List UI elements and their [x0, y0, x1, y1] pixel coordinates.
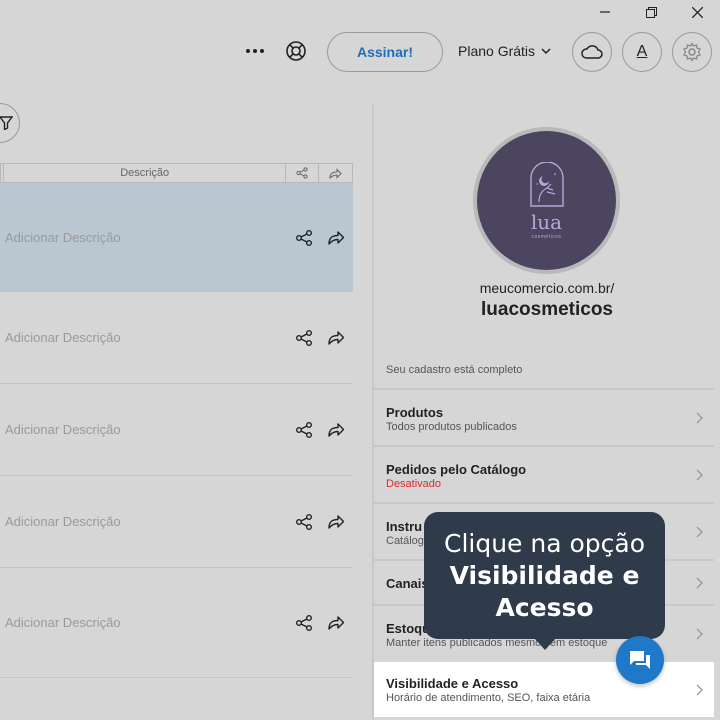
- logo-text: lua: [530, 209, 563, 234]
- plan-dropdown[interactable]: Plano Grátis: [458, 43, 551, 59]
- menu-item-subtitle: Horário de atendimento, SEO, faixa etári…: [386, 692, 591, 704]
- table-row[interactable]: Adicionar Descrição: [0, 476, 353, 568]
- menu-item-produtos[interactable]: Produtos Todos produtos publicados: [374, 388, 714, 445]
- forward-icon: [329, 167, 342, 179]
- forward-icon[interactable]: [327, 421, 345, 439]
- tooltip-line-2: Visibilidade e: [449, 561, 640, 590]
- menu-item-title: Visibilidade e Acesso: [386, 676, 519, 691]
- account-letter: A: [636, 43, 648, 60]
- share-icon: [296, 167, 308, 179]
- chat-button[interactable]: [616, 636, 664, 684]
- store-url: meucomercio.com.br/: [479, 280, 615, 296]
- share-icon[interactable]: [295, 421, 313, 439]
- cloud-sync-button[interactable]: [572, 32, 612, 72]
- forward-icon[interactable]: [327, 229, 345, 247]
- menu-item-title: Pedidos pelo Catálogo: [386, 462, 527, 477]
- gear-icon: [683, 42, 701, 62]
- minimize-icon: [600, 11, 610, 13]
- table-row[interactable]: Adicionar Descrição: [0, 292, 353, 384]
- table-row[interactable]: Adicionar Descrição: [0, 384, 353, 476]
- tooltip-line-1: Clique na opção: [443, 529, 646, 558]
- chat-icon: [630, 651, 650, 669]
- registration-status: Seu cadastro está completo: [386, 364, 523, 376]
- chevron-down-icon: [541, 47, 551, 54]
- moon-hand-icon: [529, 161, 564, 207]
- window-controls: [582, 0, 720, 24]
- row-description[interactable]: Adicionar Descrição: [5, 330, 121, 345]
- tutorial-tooltip: Clique na opção Visibilidade e Acesso: [424, 512, 665, 639]
- lifebuoy-icon: [286, 41, 306, 61]
- table-row[interactable]: Adicionar Descrição: [0, 183, 353, 292]
- dot-icon: [260, 49, 264, 53]
- chevron-right-icon: [696, 577, 703, 589]
- store-logo: lua cosméticos: [477, 131, 616, 270]
- row-description[interactable]: Adicionar Descrição: [5, 422, 121, 437]
- chevron-right-icon: [696, 684, 703, 696]
- tooltip-arrow: [534, 638, 556, 650]
- column-header-share: [286, 164, 320, 182]
- column-header-description: Descrição: [3, 164, 287, 182]
- menu-item-title: Produtos: [386, 405, 444, 420]
- chevron-right-icon: [696, 628, 703, 640]
- forward-icon[interactable]: [327, 614, 345, 632]
- cloud-icon: [581, 45, 603, 59]
- chevron-right-icon: [696, 526, 703, 538]
- tooltip-line-3: Acesso: [495, 593, 594, 622]
- chevron-right-icon: [696, 469, 703, 481]
- filter-icon: [0, 116, 13, 130]
- settings-button[interactable]: [672, 32, 712, 72]
- forward-icon[interactable]: [327, 329, 345, 347]
- table-header: Descrição: [0, 163, 353, 183]
- share-icon[interactable]: [295, 329, 313, 347]
- menu-item-subtitle: Catálog: [386, 535, 424, 547]
- menu-item-visibilidade[interactable]: Visibilidade e Acesso Horário de atendim…: [374, 662, 714, 717]
- store-avatar[interactable]: lua cosméticos: [473, 127, 620, 274]
- table-row[interactable]: Adicionar Descrição: [0, 568, 353, 678]
- menu-item-subtitle: Todos produtos publicados: [386, 421, 517, 433]
- forward-icon[interactable]: [327, 513, 345, 531]
- top-toolbar: Assinar! Plano Grátis A: [0, 30, 720, 76]
- restore-icon: [645, 6, 657, 18]
- dot-icon: [246, 49, 250, 53]
- row-description[interactable]: Adicionar Descrição: [5, 615, 121, 630]
- subscribe-button[interactable]: Assinar!: [327, 32, 443, 72]
- dot-icon: [253, 49, 257, 53]
- share-icon[interactable]: [295, 614, 313, 632]
- row-description[interactable]: Adicionar Descrição: [5, 514, 121, 529]
- account-button[interactable]: A: [622, 32, 662, 72]
- share-icon[interactable]: [295, 513, 313, 531]
- chevron-right-icon: [696, 412, 703, 424]
- plan-label: Plano Grátis: [458, 43, 536, 59]
- more-options-button[interactable]: [242, 38, 268, 64]
- help-button[interactable]: [284, 39, 308, 63]
- close-button[interactable]: [674, 0, 720, 24]
- share-icon[interactable]: [295, 229, 313, 247]
- row-description[interactable]: Adicionar Descrição: [5, 230, 121, 245]
- logo-subtext: cosméticos: [531, 233, 562, 240]
- minimize-button[interactable]: [582, 0, 628, 24]
- menu-item-subtitle: Desativado: [386, 478, 442, 490]
- menu-item-title: Canais: [386, 576, 429, 591]
- column-header-forward: [319, 164, 352, 182]
- menu-item-title: Instru: [386, 519, 423, 534]
- menu-item-pedidos[interactable]: Pedidos pelo Catálogo Desativado: [374, 445, 714, 502]
- close-icon: [691, 6, 703, 18]
- store-handle: luacosmeticos: [481, 299, 613, 320]
- filter-button[interactable]: [0, 103, 20, 143]
- restore-button[interactable]: [628, 0, 674, 24]
